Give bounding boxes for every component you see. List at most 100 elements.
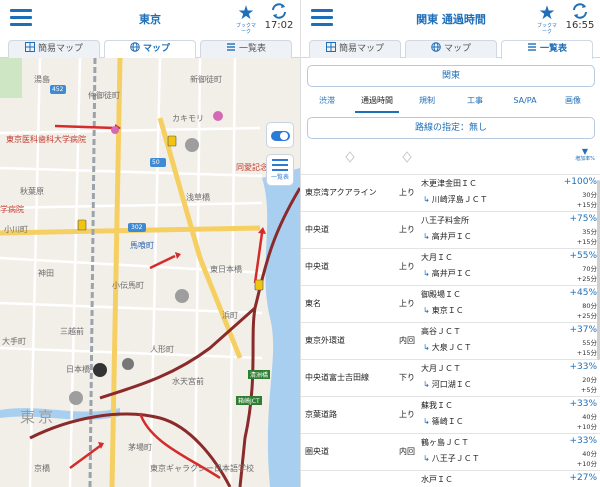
sort-by-increase[interactable]: ▼ 増加率% xyxy=(571,147,599,162)
tab-map[interactable]: マップ xyxy=(104,40,196,59)
to-point-wrap: ↳ 大泉ＪＣＴ xyxy=(423,342,472,353)
list-view-label: 一覧表 xyxy=(270,174,289,181)
increase-rate: +37% xyxy=(569,325,597,335)
map-label: 茅場町 xyxy=(128,443,152,452)
map-label: 302 xyxy=(131,224,143,231)
map-label: 神田 xyxy=(38,269,54,278)
subtab-images[interactable]: 画像 xyxy=(551,91,595,113)
tab-map[interactable]: マップ xyxy=(405,40,497,58)
region-selector[interactable]: 関東 xyxy=(307,65,595,87)
to-point: 大泉ＪＣＴ xyxy=(431,343,472,352)
increase-rate: +33% xyxy=(569,436,597,446)
list-icon xyxy=(527,43,536,51)
from-point: 木更津金田ＩＣ xyxy=(421,179,477,188)
table-row[interactable]: 京葉道路 上り 蘇我ＩＣ ↳ 篠崎ＩＣ +33% 40分 +10分 xyxy=(301,397,600,434)
tab-list[interactable]: 一覧表 xyxy=(501,40,593,59)
to-point-wrap: ↳ 高井戸ＩＣ xyxy=(423,231,472,242)
bookmark-button[interactable]: ★ ブックマーク xyxy=(234,2,258,36)
table-row[interactable]: 東京湾アクアライン 上り 木更津金田ＩＣ ↳ 川崎浮島ＪＣＴ +100% 30分 … xyxy=(301,175,600,212)
to-point: 河口湖ＩＣ xyxy=(431,380,472,389)
globe-icon xyxy=(130,42,140,52)
increase-rate: +45% xyxy=(569,288,597,298)
map-label: 馬喰町 xyxy=(130,241,154,250)
increase-rate: +33% xyxy=(569,362,597,372)
road-name: 中央道 xyxy=(305,262,329,271)
header-bar: 関東 通過時間 ★ ブックマーク 16:55 xyxy=(301,0,600,38)
map-label: 水天宮前 xyxy=(172,377,204,386)
bookmark-label: ブックマーク xyxy=(536,23,557,35)
subtab-transit-time[interactable]: 通過時間 xyxy=(351,91,403,113)
update-time: 16:55 xyxy=(565,20,595,31)
bookmark-label: ブックマーク xyxy=(235,23,256,35)
subtab-sapa[interactable]: SA/PA xyxy=(501,91,549,113)
to-point-wrap: ↳ 八王子ＪＣＴ xyxy=(423,453,480,464)
map-label: 京橋 xyxy=(34,464,50,473)
tab-label: 一覧表 xyxy=(539,44,567,54)
table-row[interactable]: 水戸ＩＣ +27% xyxy=(301,471,600,487)
sort-descending-icon: ▼ xyxy=(581,147,589,156)
map-screen: 東京 ★ ブックマーク 17:02 簡易マップ マップ 一覧表 湯島 452 仲… xyxy=(0,0,300,487)
from-point: 水戸ＩＣ xyxy=(421,475,453,484)
traffic-map[interactable]: 湯島 452 仲御徒町 新御徒町 カキモリ 東京医科歯科大学病院 同愛記念病院 … xyxy=(0,58,300,487)
table-row[interactable]: 中央道 上り 大月ＩＣ ↳ 高井戸ＩＣ +55% 70分 +25分 xyxy=(301,249,600,286)
to-point-wrap: ↳ 東京ＩＣ xyxy=(423,305,464,316)
subtab-congestion[interactable]: 渋滞 xyxy=(305,91,349,113)
refresh-button[interactable]: 17:02 xyxy=(264,2,294,31)
tab-label: マップ xyxy=(142,44,170,54)
toggle-knob xyxy=(280,132,288,140)
tab-list[interactable]: 一覧表 xyxy=(200,40,292,58)
map-label: 小川町 xyxy=(4,225,28,234)
map-label: 東京 xyxy=(20,408,57,426)
table-row[interactable]: 中央道富士吉田線 下り 大月ＪＣＴ ↳ 河口湖ＩＣ +33% 20分 +5分 xyxy=(301,360,600,397)
sort-icon[interactable] xyxy=(344,151,356,163)
sort-icon[interactable] xyxy=(401,151,413,163)
to-point: 高井戸ＩＣ xyxy=(431,269,472,278)
arrow-icon: ↳ xyxy=(423,269,430,278)
road-name: 東名 xyxy=(305,299,321,308)
from-point: 八王子料金所 xyxy=(421,216,469,225)
to-point: 川崎浮島ＪＣＴ xyxy=(431,195,488,204)
delta-minutes: +10分 xyxy=(576,460,597,468)
increase-rate: +55% xyxy=(569,251,597,261)
road-name: 東京湾アクアライン xyxy=(305,188,377,197)
arrow-icon: ↳ xyxy=(423,195,430,204)
table-row[interactable]: 中央道 上り 八王子料金所 ↳ 高井戸ＩＣ +75% 35分 +15分 xyxy=(301,212,600,249)
map-label: 学病院 xyxy=(0,205,24,214)
tab-label: 一覧表 xyxy=(238,44,266,54)
map-label: カキモリ xyxy=(172,114,204,123)
map-label: 人形町 xyxy=(150,345,174,354)
transit-minutes: 35分 xyxy=(582,228,597,236)
tab-simple-map[interactable]: 簡易マップ xyxy=(8,40,100,58)
list-view-button[interactable]: 一覧表 xyxy=(266,154,294,186)
map-label: 東日本橋 xyxy=(210,265,242,274)
increase-rate: +27% xyxy=(569,473,597,483)
map-label: 箱崎JCT xyxy=(236,396,262,405)
view-tabs: 簡易マップ マップ 一覧表 xyxy=(0,38,300,59)
refresh-button[interactable]: 16:55 xyxy=(565,2,595,31)
grid-map-icon xyxy=(24,42,35,52)
tab-label: 簡易マップ xyxy=(37,44,83,54)
direction: 上り xyxy=(399,188,415,197)
traffic-layer-toggle[interactable] xyxy=(266,122,294,148)
table-row[interactable]: 圏央道 内回 鶴ヶ島ＪＣＴ ↳ 八王子ＪＣＴ +33% 40分 +10分 xyxy=(301,434,600,471)
road-name: 中央道富士吉田線 xyxy=(305,373,369,382)
increase-rate: +100% xyxy=(563,177,597,187)
map-label: 452 xyxy=(52,86,64,93)
tab-simple-map[interactable]: 簡易マップ xyxy=(309,40,401,58)
subtab-restrictions[interactable]: 規制 xyxy=(405,91,449,113)
delta-minutes: +25分 xyxy=(576,275,597,283)
map-label: 湯島 xyxy=(34,75,50,84)
table-row[interactable]: 東京外環道 内回 高谷ＪＣＴ ↳ 大泉ＪＣＴ +37% 55分 +15分 xyxy=(301,323,600,360)
table-row[interactable]: 東名 上り 御殿場ＩＣ ↳ 東京ＩＣ +45% 80分 +25分 xyxy=(301,286,600,323)
subtab-construction[interactable]: 工事 xyxy=(453,91,497,113)
from-point: 高谷ＪＣＴ xyxy=(421,327,461,336)
map-label: 50 xyxy=(152,159,160,166)
direction: 上り xyxy=(399,299,415,308)
transit-minutes: 40分 xyxy=(582,450,597,458)
route-filter-button[interactable]: 路線の指定：無し xyxy=(307,117,595,139)
star-icon: ★ xyxy=(237,2,255,24)
map-label: 仲御徒町 xyxy=(88,91,120,100)
arrow-icon: ↳ xyxy=(423,343,430,352)
direction: 上り xyxy=(399,410,415,419)
bookmark-button[interactable]: ★ ブックマーク xyxy=(535,4,559,36)
